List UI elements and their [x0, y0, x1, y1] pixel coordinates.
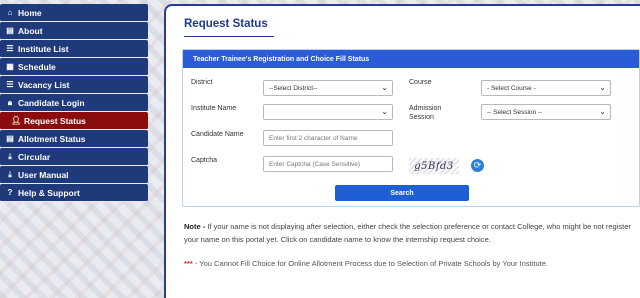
- sidebar-item-user-manual[interactable]: ⤓ User Manual: [0, 166, 148, 184]
- sidebar-item-vacancy-list[interactable]: ☰ Vacancy List: [0, 76, 148, 94]
- session-label-line1: Admission: [409, 105, 442, 112]
- lock-icon: 🔒︎: [7, 97, 13, 107]
- info-icon: ▤: [6, 26, 14, 35]
- page-title: Request Status: [184, 18, 268, 30]
- sidebar-item-label: Request Status: [24, 115, 86, 126]
- district-select[interactable]: --Select District-- ⌄: [263, 80, 393, 96]
- sidebar-item-label: Schedule: [18, 61, 56, 72]
- sidebar-item-request-status[interactable]: 👤︎ Request Status: [0, 112, 148, 130]
- captcha-label: Captcha: [191, 157, 218, 164]
- sidebar-item-allotment-status[interactable]: ▤ Allotment Status: [0, 130, 148, 148]
- warning-stars: ***: [184, 259, 193, 268]
- chevron-down-icon: ⌄: [599, 83, 606, 92]
- course-select[interactable]: - Select Course - ⌄: [481, 80, 611, 96]
- search-button[interactable]: Search: [335, 185, 469, 201]
- sidebar-item-label: Home: [18, 7, 42, 18]
- home-icon: ⌂: [7, 8, 13, 17]
- sidebar-item-label: Allotment Status: [18, 133, 86, 144]
- institute-select[interactable]: ⌄: [263, 104, 393, 120]
- warning-text: *** - You Cannot Fill Choice for Online …: [184, 259, 636, 268]
- note-text: Note - If your name is not displaying af…: [184, 220, 636, 246]
- user-plus-icon: 👤︎: [11, 116, 22, 125]
- candidate-name-label: Candidate Name: [191, 131, 244, 138]
- help-icon: ?: [7, 188, 13, 197]
- refresh-captcha-icon[interactable]: ⟳: [471, 159, 484, 172]
- institute-label: Institute Name: [191, 105, 237, 112]
- captcha-input[interactable]: Enter Captcha (Case Sensitive): [263, 156, 393, 172]
- sidebar-item-home[interactable]: ⌂ Home: [0, 4, 148, 22]
- sidebar-item-help-support[interactable]: ? Help & Support: [0, 184, 148, 202]
- sidebar-item-label: Circular: [18, 151, 51, 162]
- sidebar-item-label: About: [18, 25, 43, 36]
- sidebar-item-about[interactable]: ▤ About: [0, 22, 148, 40]
- captcha-image: g5Bfd3: [409, 158, 459, 174]
- calendar-icon: ▦: [6, 62, 14, 71]
- sidebar-item-label: User Manual: [18, 169, 69, 180]
- request-status-form: Teacher Trainee's Registration and Choic…: [182, 49, 640, 207]
- session-select-value: -- Select Session --: [487, 108, 543, 116]
- chevron-down-icon: ⌄: [381, 83, 388, 92]
- note-body: If your name is not displaying after sel…: [184, 222, 631, 244]
- session-label-line2: Session: [409, 114, 434, 121]
- sidebar-item-label: Help & Support: [18, 187, 80, 198]
- list-icon: ☰: [6, 44, 14, 53]
- sidebar-item-label: Candidate Login: [18, 97, 85, 108]
- chevron-down-icon: ⌄: [599, 107, 606, 116]
- document-icon: ▤: [6, 134, 14, 143]
- sidebar-menu: ⌂ Home ▤ About ☰ Institute List ▦ Schedule ☰ Vaca…: [0, 4, 148, 202]
- warning-body: - You Cannot Fill Choice for Online Allo…: [192, 259, 548, 268]
- district-label: District: [191, 79, 213, 86]
- sidebar-item-label: Vacancy List: [18, 79, 70, 90]
- candidate-name-input[interactable]: Enter first 2 character of Name: [263, 130, 393, 146]
- note-label: Note -: [184, 222, 206, 231]
- captcha-placeholder: Enter Captcha (Case Sensitive): [269, 160, 361, 168]
- session-select[interactable]: -- Select Session -- ⌄: [481, 104, 611, 120]
- sidebar-item-schedule[interactable]: ▦ Schedule: [0, 58, 148, 76]
- title-underline: [184, 36, 274, 37]
- course-select-value: - Select Course -: [487, 84, 536, 92]
- list-icon: ☰: [6, 80, 14, 89]
- course-label: Course: [409, 79, 432, 86]
- candidate-name-placeholder: Enter first 2 character of Name: [269, 134, 358, 142]
- chevron-down-icon: ⌄: [381, 107, 388, 116]
- district-select-value: --Select District--: [269, 84, 318, 92]
- sidebar-item-circular[interactable]: ⤓ Circular: [0, 148, 148, 166]
- sidebar-item-label: Institute List: [18, 43, 69, 54]
- download-icon: ⤓: [8, 151, 12, 161]
- main-panel: Request Status Teacher Trainee's Registr…: [164, 4, 640, 298]
- sidebar-item-candidate-login[interactable]: 🔒︎ Candidate Login: [0, 94, 148, 112]
- sidebar-item-institute-list[interactable]: ☰ Institute List: [0, 40, 148, 58]
- download-icon: ⤓: [8, 169, 12, 179]
- card-header: Teacher Trainee's Registration and Choic…: [183, 50, 639, 68]
